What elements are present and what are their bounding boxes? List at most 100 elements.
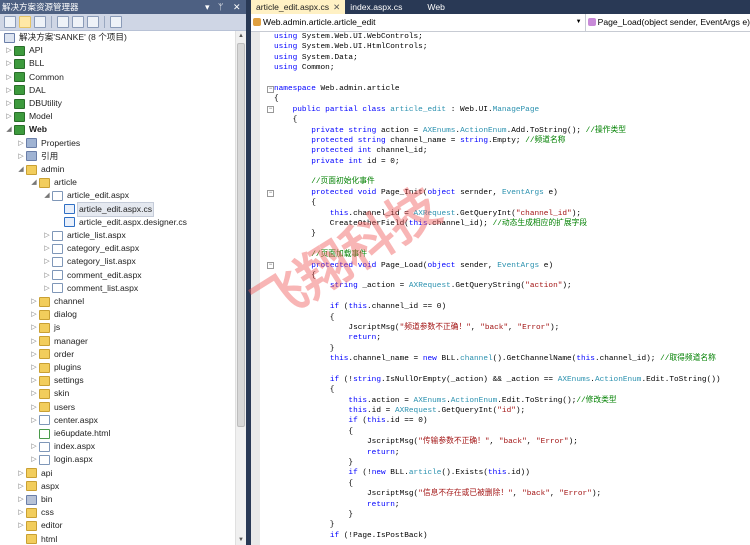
tree-item[interactable]: ▷ users (29, 401, 76, 414)
expander-icon[interactable]: ▷ (29, 453, 39, 466)
expander-icon[interactable]: ▷ (42, 242, 52, 255)
expander-icon[interactable]: ▷ (16, 519, 26, 532)
tree-item[interactable]: ▷ BLL (4, 57, 45, 70)
pin-icon[interactable]: ᛘ (218, 0, 223, 14)
close-icon[interactable]: ✕ (233, 0, 241, 14)
tree-item[interactable]: ▷ Common (4, 71, 65, 84)
web-config-icon[interactable] (110, 16, 122, 28)
tree-item[interactable]: ▷ API (4, 44, 44, 57)
expander-icon[interactable]: ▷ (29, 440, 39, 453)
close-icon[interactable]: ✕ (333, 2, 340, 12)
tree-item[interactable]: article_edit.aspx.cs (54, 201, 155, 217)
expander-icon[interactable]: ▷ (4, 97, 14, 110)
class-view-icon[interactable] (87, 16, 99, 28)
expander-icon[interactable]: ▷ (16, 467, 26, 480)
tree-item[interactable]: ▷ category_edit.aspx (42, 242, 140, 255)
scroll-up-icon[interactable]: ▲ (236, 33, 246, 39)
expander-icon[interactable]: ▷ (42, 255, 52, 268)
tree-item[interactable]: ▷ editor (16, 519, 64, 532)
tab-web[interactable]: Web (407, 0, 450, 14)
tree-item[interactable]: ▷ Properties (16, 137, 81, 150)
tree-item[interactable]: ▷ bin (16, 493, 53, 506)
expander-icon[interactable]: ▷ (29, 348, 39, 361)
member-combo[interactable]: Page_Load(object sender, EventArgs e) (586, 14, 750, 31)
collapse-toggle[interactable]: − (267, 85, 274, 93)
expander-icon[interactable]: ◢ (16, 163, 26, 176)
tree-item[interactable]: ▷ center.aspx (29, 414, 99, 427)
refresh-icon[interactable] (34, 16, 46, 28)
expander-icon[interactable]: ◢ (29, 176, 39, 189)
tree-item[interactable]: ▷ css (16, 506, 55, 519)
tree-item[interactable]: ▷ settings (29, 374, 85, 387)
tree-item[interactable]: ▷ aspx (16, 480, 60, 493)
scrollbar-thumb[interactable] (237, 43, 245, 427)
properties-icon[interactable] (4, 16, 16, 28)
tree-item[interactable]: ▷ js (29, 321, 61, 334)
expander-icon[interactable]: ▷ (4, 44, 14, 57)
expander-icon[interactable]: ▷ (16, 137, 26, 150)
tree-item[interactable]: ▷ plugins (29, 361, 82, 374)
expander-icon[interactable]: ▷ (16, 150, 26, 163)
tab-article-edit-aspx-cs[interactable]: article_edit.aspx.cs ✕ (251, 0, 346, 14)
expander-icon[interactable]: ▷ (29, 374, 39, 387)
tree-item[interactable]: ▷ Model (4, 110, 53, 123)
code-editor[interactable]: − − − − using System.Web.UI.WebControls; usi… (251, 32, 750, 545)
tree-item[interactable]: ▷ comment_edit.aspx (42, 269, 143, 282)
tree-item[interactable]: ▷ manager (29, 335, 89, 348)
scroll-down-icon[interactable]: ▼ (236, 537, 246, 543)
expander-icon[interactable]: ◢ (42, 189, 52, 202)
dropdown-icon[interactable]: ▾ (205, 0, 210, 14)
tree-item[interactable]: ▷ DAL (4, 84, 47, 97)
tree-item[interactable]: ◢ Web (4, 123, 48, 136)
tab-index-aspx-cs[interactable]: index.aspx.cs (345, 0, 407, 14)
tree-item[interactable]: ▷ skin (29, 387, 70, 400)
expander-icon[interactable]: ▷ (29, 401, 39, 414)
tree-item[interactable]: ◢ article_edit.aspx (42, 189, 130, 202)
tree-item[interactable]: ▷ DBUtility (4, 97, 63, 110)
tree-item[interactable]: ▷ dialog (29, 308, 78, 321)
tree-item[interactable]: ▷ article_list.aspx (42, 229, 127, 242)
view-designer-icon[interactable] (72, 16, 84, 28)
expander-icon[interactable]: ▷ (42, 282, 52, 295)
tree-item[interactable]: ie6update.html (29, 427, 111, 440)
collapse-toggle[interactable]: − (267, 106, 274, 114)
expander-icon[interactable]: ▷ (29, 387, 39, 400)
expander-icon[interactable]: ▷ (29, 295, 39, 308)
expander-icon[interactable]: ▷ (16, 506, 26, 519)
tree-item[interactable]: ▷ api (16, 467, 53, 480)
code-text[interactable]: using System.Web.UI.WebControls; using Sy… (274, 32, 721, 541)
expander-icon[interactable]: ▷ (16, 480, 26, 493)
expander-icon[interactable]: ▷ (42, 269, 52, 282)
tree-item[interactable]: ▷ order (29, 348, 75, 361)
expander-icon[interactable]: ▷ (4, 84, 14, 97)
expander-icon[interactable]: ▷ (29, 414, 39, 427)
expander-icon[interactable]: ▷ (4, 57, 14, 70)
collapse-toggle[interactable]: − (267, 189, 274, 197)
expander-icon[interactable]: ▷ (29, 321, 39, 334)
tree-item[interactable]: ▷ channel (29, 295, 85, 308)
expander-icon[interactable]: ▷ (4, 71, 14, 84)
expander-icon[interactable]: ▷ (29, 335, 39, 348)
chevron-down-icon[interactable]: ▼ (576, 14, 582, 31)
tree-item[interactable]: 解决方案'SANKE' (8 个项目) (4, 31, 128, 44)
expander-icon[interactable]: ▷ (4, 110, 14, 123)
tree-item[interactable]: ▷ index.aspx (29, 440, 96, 453)
tree-item[interactable]: html (16, 533, 58, 545)
tree-item[interactable]: ▷ category_list.aspx (42, 255, 137, 268)
expander-icon[interactable]: ◢ (4, 123, 14, 136)
tree-item[interactable]: ▷ login.aspx (29, 453, 94, 466)
expander-icon[interactable]: ▷ (29, 308, 39, 321)
tree-item[interactable]: ◢ article (29, 176, 78, 189)
collapse-toggle[interactable]: − (267, 262, 274, 270)
tree-item[interactable]: ▷ comment_list.aspx (42, 282, 139, 295)
tree-item[interactable]: article_edit.aspx.designer.cs (54, 216, 188, 229)
tree-item[interactable]: ◢ admin (16, 163, 65, 176)
class-combo[interactable]: Web.admin.article.article_edit ▼ (251, 14, 586, 31)
tree-item[interactable]: ▷ 引用 (16, 150, 59, 163)
expander-icon[interactable]: ▷ (16, 493, 26, 506)
explorer-scrollbar[interactable]: ▲ ▼ (235, 31, 246, 545)
show-all-files-icon[interactable] (19, 16, 31, 28)
expander-icon[interactable]: ▷ (29, 361, 39, 374)
view-code-icon[interactable] (57, 16, 69, 28)
expander-icon[interactable]: ▷ (42, 229, 52, 242)
